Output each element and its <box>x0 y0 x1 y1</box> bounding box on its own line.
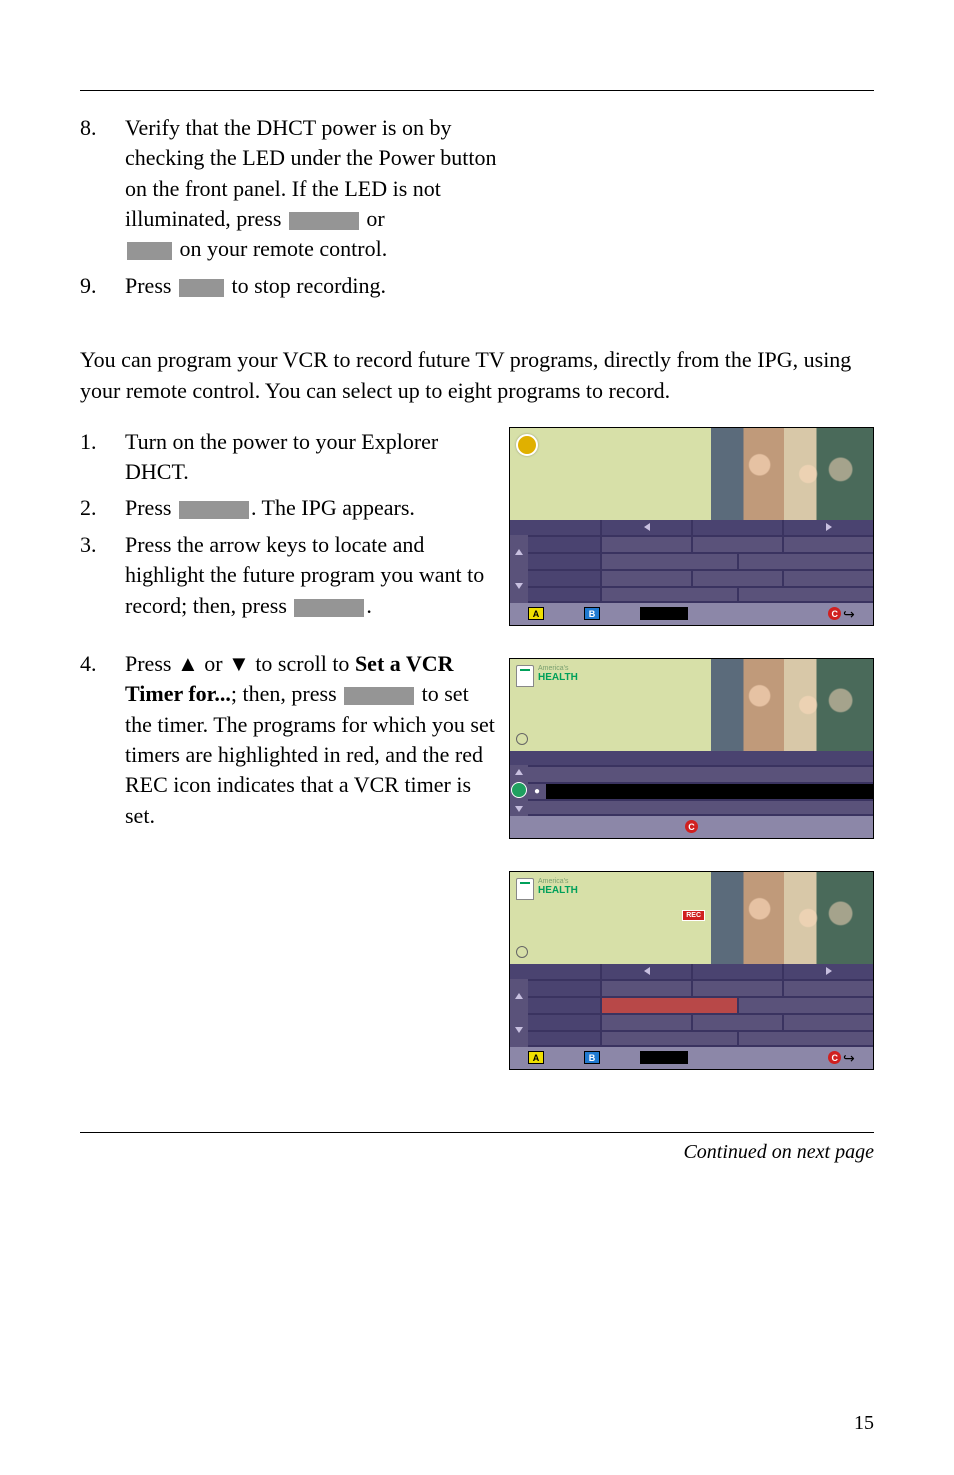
button-placeholder <box>289 212 359 230</box>
guide-icon <box>516 434 538 456</box>
step-4: 4. Press ▲ or ▼ to scroll to Set a VCR T… <box>80 649 495 831</box>
step-9-num: 9. <box>80 271 125 301</box>
step-1-text: Turn on the power to your Explorer DHCT. <box>125 427 495 488</box>
step-8-text: Verify that the DHCT power is on by chec… <box>125 113 500 265</box>
option-row: ● <box>528 782 873 799</box>
ipg-footer: C <box>510 816 873 838</box>
arrow-right-icon <box>826 967 832 975</box>
step-3-num: 3. <box>80 530 125 621</box>
a-badge: A <box>528 1051 544 1064</box>
step-4-num: 4. <box>80 649 125 831</box>
preview-image <box>711 872 873 964</box>
health-logo: HEALTH <box>538 672 578 683</box>
button-placeholder <box>179 501 249 519</box>
clock-icon <box>516 733 528 745</box>
grid-row <box>528 979 873 996</box>
preview-image <box>711 428 873 520</box>
step-1-num: 1. <box>80 427 125 488</box>
ipg-footer: A B C ↩ <box>510 1047 873 1069</box>
top-rule <box>80 90 874 91</box>
arrow-right-icon <box>826 523 832 531</box>
rec-badge: REC <box>682 910 705 921</box>
step-3-text: Press the arrow keys to locate and highl… <box>125 530 495 621</box>
grid-row <box>528 552 873 569</box>
grid-row <box>528 535 873 552</box>
step-9-text-b: to stop recording. <box>226 273 386 298</box>
return-icon: ↩ <box>843 607 855 621</box>
b-badge: B <box>584 607 600 620</box>
step-3: 3. Press the arrow keys to locate and hi… <box>80 530 495 621</box>
ipg-screenshot-1: A B C ↩ <box>509 427 874 626</box>
button-placeholder <box>179 279 224 297</box>
grid-row-recording <box>528 996 873 1013</box>
arrow-up-icon <box>515 549 523 555</box>
black-badge <box>640 607 688 620</box>
ipg-footer: A B C ↩ <box>510 603 873 625</box>
step-4-text-b: ; then, press <box>231 681 342 706</box>
step-8-num: 8. <box>80 113 125 265</box>
a-badge: A <box>528 607 544 620</box>
arrow-left-icon <box>644 523 650 531</box>
notebook-icon <box>516 878 534 900</box>
option-row <box>528 765 873 782</box>
bottom-rule <box>80 1132 874 1133</box>
step-4-text-a: Press ▲ or ▼ to scroll to <box>125 651 355 676</box>
step-9: 9. Press to stop recording. <box>80 271 500 301</box>
step-3-text-b: . <box>366 593 372 618</box>
step-9-text-a: Press <box>125 273 177 298</box>
continued-text: Continued on next page <box>80 1141 874 1164</box>
step-1: 1. Turn on the power to your Explorer DH… <box>80 427 495 488</box>
return-icon: ↩ <box>843 1051 855 1065</box>
arrow-up-icon <box>515 993 523 999</box>
step-2-text-b: . The IPG appears. <box>251 495 415 520</box>
notebook-icon <box>516 665 534 687</box>
ipg-screenshot-3: America's HEALTH REC <box>509 871 874 1070</box>
arrow-up-icon <box>515 769 523 775</box>
grid-row <box>528 586 873 603</box>
button-placeholder <box>294 599 364 617</box>
c-badge: C <box>828 607 841 620</box>
step-9-text: Press to stop recording. <box>125 271 386 301</box>
step-8-text-c: on your remote control. <box>174 236 387 261</box>
step-2-num: 2. <box>80 493 125 523</box>
ipg-screenshot-2: America's HEALTH <box>509 658 874 839</box>
black-badge <box>640 1051 688 1064</box>
button-placeholder <box>127 242 172 260</box>
step-2: 2. Press . The IPG appears. <box>80 493 495 523</box>
grid-row <box>528 1030 873 1047</box>
time-header <box>510 520 873 535</box>
step-8-text-b: or <box>361 206 385 231</box>
americas-label: America's <box>538 665 578 672</box>
step-2-text-a: Press <box>125 495 177 520</box>
step-4-text: Press ▲ or ▼ to scroll to Set a VCR Time… <box>125 649 495 831</box>
c-badge: C <box>685 820 698 833</box>
step-2-text: Press . The IPG appears. <box>125 493 415 523</box>
health-logo: HEALTH <box>538 885 578 896</box>
americas-label: America's <box>538 878 578 885</box>
c-badge: C <box>828 1051 841 1064</box>
grid-row <box>528 1013 873 1030</box>
options-header <box>510 751 873 765</box>
clock-icon <box>516 946 528 958</box>
button-placeholder <box>344 687 414 705</box>
action-icon <box>511 782 527 798</box>
b-badge: B <box>584 1051 600 1064</box>
page-number: 15 <box>854 1412 874 1435</box>
time-header <box>510 964 873 979</box>
arrow-down-icon <box>515 583 523 589</box>
arrow-left-icon <box>644 967 650 975</box>
grid-row <box>528 569 873 586</box>
step-8: 8. Verify that the DHCT power is on by c… <box>80 113 500 265</box>
intro-paragraph: You can program your VCR to record futur… <box>80 345 874 407</box>
arrow-down-icon <box>515 806 523 812</box>
arrow-down-icon <box>515 1027 523 1033</box>
option-row <box>528 799 873 816</box>
preview-image <box>711 659 873 751</box>
